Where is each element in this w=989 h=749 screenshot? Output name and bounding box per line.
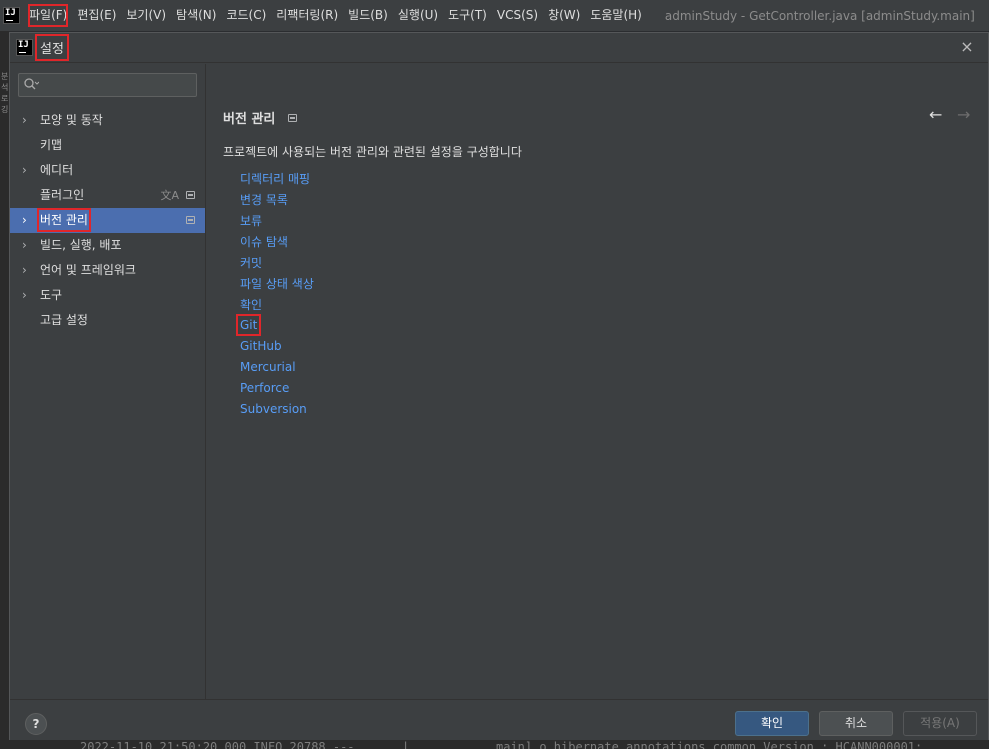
link-directory-mappings[interactable]: 디렉터리 매핑	[240, 169, 310, 188]
chevron-right-icon[interactable]: ›	[22, 208, 27, 233]
log-text-right: main] o.hibernate.annotations.common.Ver…	[496, 740, 923, 749]
back-arrow-icon[interactable]: ←	[929, 105, 942, 124]
settings-nav-panel: › 모양 및 동작 키맵 › 에디터 플러그인 文A › 버전 관리 › 빌드,…	[10, 64, 206, 699]
strip-char: 석	[1, 83, 9, 92]
chevron-right-icon[interactable]: ›	[22, 258, 27, 283]
menu-navigate[interactable]: 탐색(N)	[171, 0, 221, 31]
nav-item-label: 키맵	[40, 138, 63, 152]
search-input[interactable]	[43, 76, 193, 94]
menu-vcs[interactable]: VCS(S)	[492, 0, 543, 31]
intellij-logo-icon: IJ	[16, 39, 33, 56]
dialog-title-bar[interactable]: IJ 설정 ×	[10, 33, 988, 63]
intellij-logo-icon: IJ	[3, 7, 20, 24]
nav-item-label: 에디터	[40, 163, 74, 177]
help-button[interactable]: ?	[25, 713, 47, 735]
nav-item-label: 모양 및 동작	[40, 113, 103, 127]
link-changelists[interactable]: 변경 목록	[240, 190, 288, 209]
log-text-mid: |	[402, 740, 410, 749]
dialog-footer: ? 확인 취소 적용(A)	[10, 699, 988, 740]
nav-item-editor[interactable]: › 에디터	[10, 158, 205, 183]
nav-item-label: 언어 및 프레임워크	[40, 263, 136, 277]
background-tool-window-strip: 분 석 로 깅	[0, 31, 9, 749]
nav-item-advanced-settings[interactable]: 고급 설정	[10, 308, 205, 333]
page-description: 프로젝트에 사용되는 버전 관리와 관련된 설정을 구성합니다	[223, 145, 522, 159]
menu-view[interactable]: 보기(V)	[121, 0, 171, 31]
settings-content-panel: 버전 관리 ← → 프로젝트에 사용되는 버전 관리와 관련된 설정을 구성합니…	[207, 64, 988, 699]
nav-item-label: 빌드, 실행, 배포	[40, 238, 122, 252]
nav-item-build-execution-deployment[interactable]: › 빌드, 실행, 배포	[10, 233, 205, 258]
menu-run[interactable]: 실행(U)	[393, 0, 443, 31]
nav-item-label: 버전 관리	[37, 208, 91, 232]
menu-window[interactable]: 창(W)	[543, 0, 585, 31]
ok-button[interactable]: 확인	[735, 711, 809, 736]
settings-search[interactable]	[18, 73, 197, 97]
menu-refactor[interactable]: 리팩터링(R)	[271, 0, 343, 31]
link-subversion[interactable]: Subversion	[240, 401, 307, 417]
cancel-button[interactable]: 취소	[819, 711, 893, 736]
chevron-right-icon[interactable]: ›	[22, 158, 27, 183]
chevron-right-icon[interactable]: ›	[22, 233, 27, 258]
forward-arrow-icon[interactable]: →	[957, 105, 970, 124]
nav-item-languages-frameworks[interactable]: › 언어 및 프레임워크	[10, 258, 205, 283]
link-git[interactable]: Git	[235, 314, 262, 336]
menu-build[interactable]: 빌드(B)	[343, 0, 393, 31]
link-shelf[interactable]: 보류	[240, 211, 262, 230]
strip-char: 깅	[1, 105, 9, 114]
nav-item-label: 고급 설정	[40, 313, 88, 327]
nav-item-tools[interactable]: › 도구	[10, 283, 205, 308]
project-scope-icon	[288, 114, 297, 122]
search-icon	[23, 77, 41, 93]
window-title: adminStudy - GetController.java [adminSt…	[664, 8, 975, 23]
log-text-left: 2022-11-10 21:50:20.000 INFO 20788 ---	[80, 740, 355, 749]
nav-item-label: 도구	[40, 288, 63, 302]
menu-bar: IJ 파일(F) 편집(E) 보기(V) 탐색(N) 코드(C) 리팩터링(R)…	[0, 0, 989, 31]
nav-item-keymap[interactable]: 키맵	[10, 133, 205, 158]
chevron-right-icon[interactable]: ›	[22, 283, 27, 308]
link-confirmation[interactable]: 확인	[240, 295, 262, 314]
nav-item-plugins[interactable]: 플러그인 文A	[10, 183, 205, 208]
strip-char: 분	[1, 72, 9, 81]
menu-help[interactable]: 도움말(H)	[585, 0, 647, 31]
menu-code[interactable]: 코드(C)	[221, 0, 271, 31]
close-icon[interactable]: ×	[958, 38, 976, 56]
link-perforce[interactable]: Perforce	[240, 380, 289, 396]
project-scope-icon	[186, 216, 195, 224]
menu-edit[interactable]: 편집(E)	[72, 0, 121, 31]
apply-button[interactable]: 적용(A)	[903, 711, 977, 736]
settings-dialog: IJ 설정 × › 모양 및 동작 키맵 › 에디터 플러그인 文A › 버전 …	[9, 32, 989, 740]
translate-icon: 文A	[160, 189, 179, 202]
menu-tools[interactable]: 도구(T)	[443, 0, 492, 31]
link-mercurial[interactable]: Mercurial	[240, 359, 296, 375]
link-github[interactable]: GitHub	[240, 338, 282, 354]
link-issue-navigation[interactable]: 이슈 탐색	[240, 232, 288, 251]
link-file-status-colors[interactable]: 파일 상태 색상	[240, 274, 314, 293]
strip-char: 로	[1, 94, 9, 103]
nav-item-version-control[interactable]: › 버전 관리	[10, 208, 205, 233]
menu-file[interactable]: 파일(F)	[24, 0, 72, 31]
nav-item-label: 플러그인	[40, 188, 85, 202]
page-title: 버전 관리	[223, 112, 276, 127]
chevron-right-icon[interactable]: ›	[22, 108, 27, 133]
project-scope-icon	[186, 191, 195, 199]
dialog-title: 설정	[35, 34, 69, 61]
nav-item-appearance[interactable]: › 모양 및 동작	[10, 108, 205, 133]
link-commit[interactable]: 커밋	[240, 253, 262, 272]
